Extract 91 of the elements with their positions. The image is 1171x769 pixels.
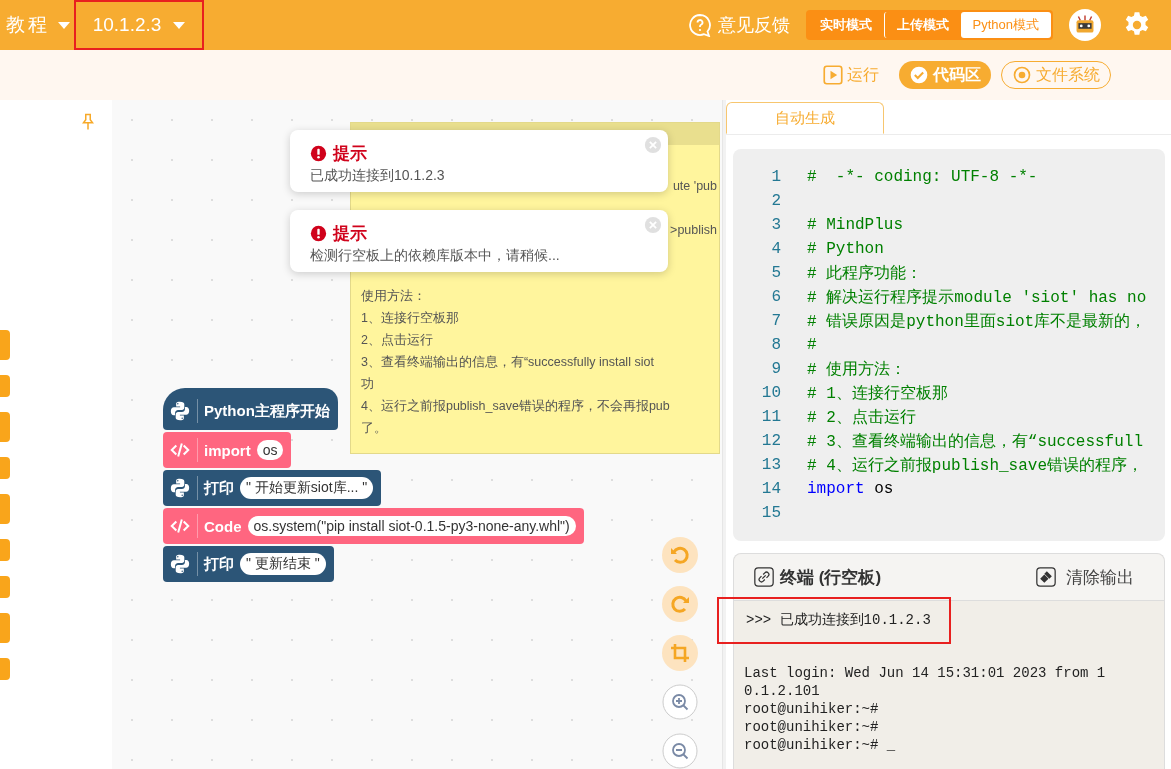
note-text: ute 'pub [672, 178, 718, 195]
category-tab[interactable] [0, 494, 10, 524]
code-comment: # [807, 336, 817, 354]
line-number: 7 [770, 312, 781, 330]
line-number: 11 [760, 408, 781, 426]
category-tab[interactable] [0, 539, 10, 561]
note-text: 功 [361, 376, 374, 393]
category-tab[interactable] [0, 576, 10, 598]
toast-message: 已成功连接到10.1.2.3 [310, 167, 446, 185]
toast-message: 检测行空板上的依赖库版本中，请稍候... [310, 247, 561, 265]
terminal-line: root@unihiker:~# [744, 718, 880, 736]
line-number: 2 [770, 192, 781, 210]
radio-icon [1012, 65, 1032, 85]
block-label: 打印 [204, 554, 234, 574]
alert-icon [310, 145, 327, 162]
category-tab[interactable] [0, 412, 10, 442]
start-block[interactable]: Python主程序开始 [163, 388, 338, 430]
note-text: 使用方法： [361, 288, 426, 305]
line-number: 14 [760, 480, 781, 498]
line-number: 13 [760, 456, 781, 474]
play-icon [823, 65, 843, 85]
code-block[interactable]: import os [163, 432, 292, 468]
block-input-field[interactable]: " 更新结束 " [240, 553, 326, 575]
line-number: 5 [770, 264, 781, 282]
note-text: 4、运行之前报publish_save错误的程序，不会再报pub [361, 398, 670, 415]
close-icon[interactable] [644, 216, 662, 234]
block-label: import [204, 441, 251, 459]
code-comment: # -*- coding: UTF-8 -*- [807, 168, 1038, 186]
pin-icon[interactable] [79, 112, 97, 132]
note-text: 2、点击运行 [361, 332, 433, 349]
terminal-title: 终端 (行空板) [780, 566, 882, 589]
close-icon[interactable] [644, 136, 662, 154]
line-number: 6 [770, 288, 781, 306]
block-label: Code [204, 517, 242, 535]
crop-icon[interactable] [662, 635, 698, 671]
link-icon [754, 567, 774, 587]
line-number: 15 [760, 504, 781, 522]
category-tab[interactable] [0, 658, 10, 680]
robot-avatar-icon[interactable] [1069, 9, 1101, 41]
terminal-line: root@unihiker:~# _ [744, 736, 897, 754]
toast-title: 提示 [333, 223, 367, 245]
category-tab[interactable] [0, 330, 10, 360]
line-number: 3 [770, 216, 781, 234]
check-icon [909, 65, 929, 85]
line-number: 9 [770, 360, 781, 378]
note-text: 了。 [361, 420, 387, 437]
python-icon [169, 400, 191, 422]
python-icon [169, 553, 191, 575]
code-comment: # MindPlus [807, 216, 903, 234]
code-comment: # 4、运行之前报publish_save错误的程序， [807, 455, 1144, 476]
print-block[interactable]: 打印 " 开始更新siot库... " [163, 470, 382, 506]
note-text: >publish [670, 222, 718, 239]
note-text: 1、连接行空板那 [361, 310, 459, 327]
redo-icon[interactable] [662, 586, 698, 622]
code-comment: # 此程序功能： [807, 263, 923, 284]
category-tab[interactable] [0, 457, 10, 479]
block-label: Python主程序开始 [204, 401, 330, 421]
code-comment: # 错误原因是python里面siot库不是最新的， [807, 311, 1147, 332]
zoom-out-icon[interactable] [662, 733, 698, 769]
brush-icon [1036, 567, 1056, 587]
code-comment: # 1、连接行空板那 [807, 383, 948, 404]
block-input-field[interactable]: os.system("pip install siot-0.1.5-py3-none-any.whl") [247, 516, 576, 536]
terminal-line: root@unihiker:~# [744, 700, 880, 718]
code-comment: # 使用方法： [807, 359, 907, 380]
undo-icon[interactable] [662, 537, 698, 573]
code-comment: # Python [807, 240, 884, 258]
block-label: 打印 [204, 478, 234, 498]
line-number: 12 [760, 432, 781, 450]
alert-icon [310, 225, 327, 242]
code-comment: # 2、点击运行 [807, 407, 916, 428]
line-number: 4 [770, 240, 781, 258]
help-icon [687, 13, 712, 37]
block-input-field[interactable]: " 开始更新siot库... " [240, 477, 374, 499]
note-text: 3、查看终端输出的信息，有“successfully install siot [361, 354, 654, 371]
caret-icon [58, 21, 70, 29]
code-line: import os [807, 480, 894, 498]
code-comment: # 解决运行程序提示module 'siot' has no [807, 287, 1147, 308]
python-icon [169, 477, 191, 499]
line-number: 1 [770, 168, 781, 186]
toast-title: 提示 [333, 143, 367, 165]
caret-icon [173, 21, 186, 29]
print-block[interactable]: 打印 " 更新结束 " [163, 546, 334, 582]
block-input-field[interactable]: os [256, 440, 284, 460]
clear-output-button[interactable]: 清除输出 [1036, 565, 1134, 589]
line-number: 8 [770, 336, 781, 354]
category-tab[interactable] [0, 613, 10, 643]
category-tab[interactable] [0, 375, 10, 397]
code-comment: # 3、查看终端输出的信息，有“successfull [807, 431, 1144, 452]
zoom-in-icon[interactable] [662, 684, 698, 720]
line-number: 10 [760, 384, 781, 402]
code-block[interactable]: Code os.system("pip install siot-0.1.5-py3-none-any.whl") [163, 508, 584, 544]
